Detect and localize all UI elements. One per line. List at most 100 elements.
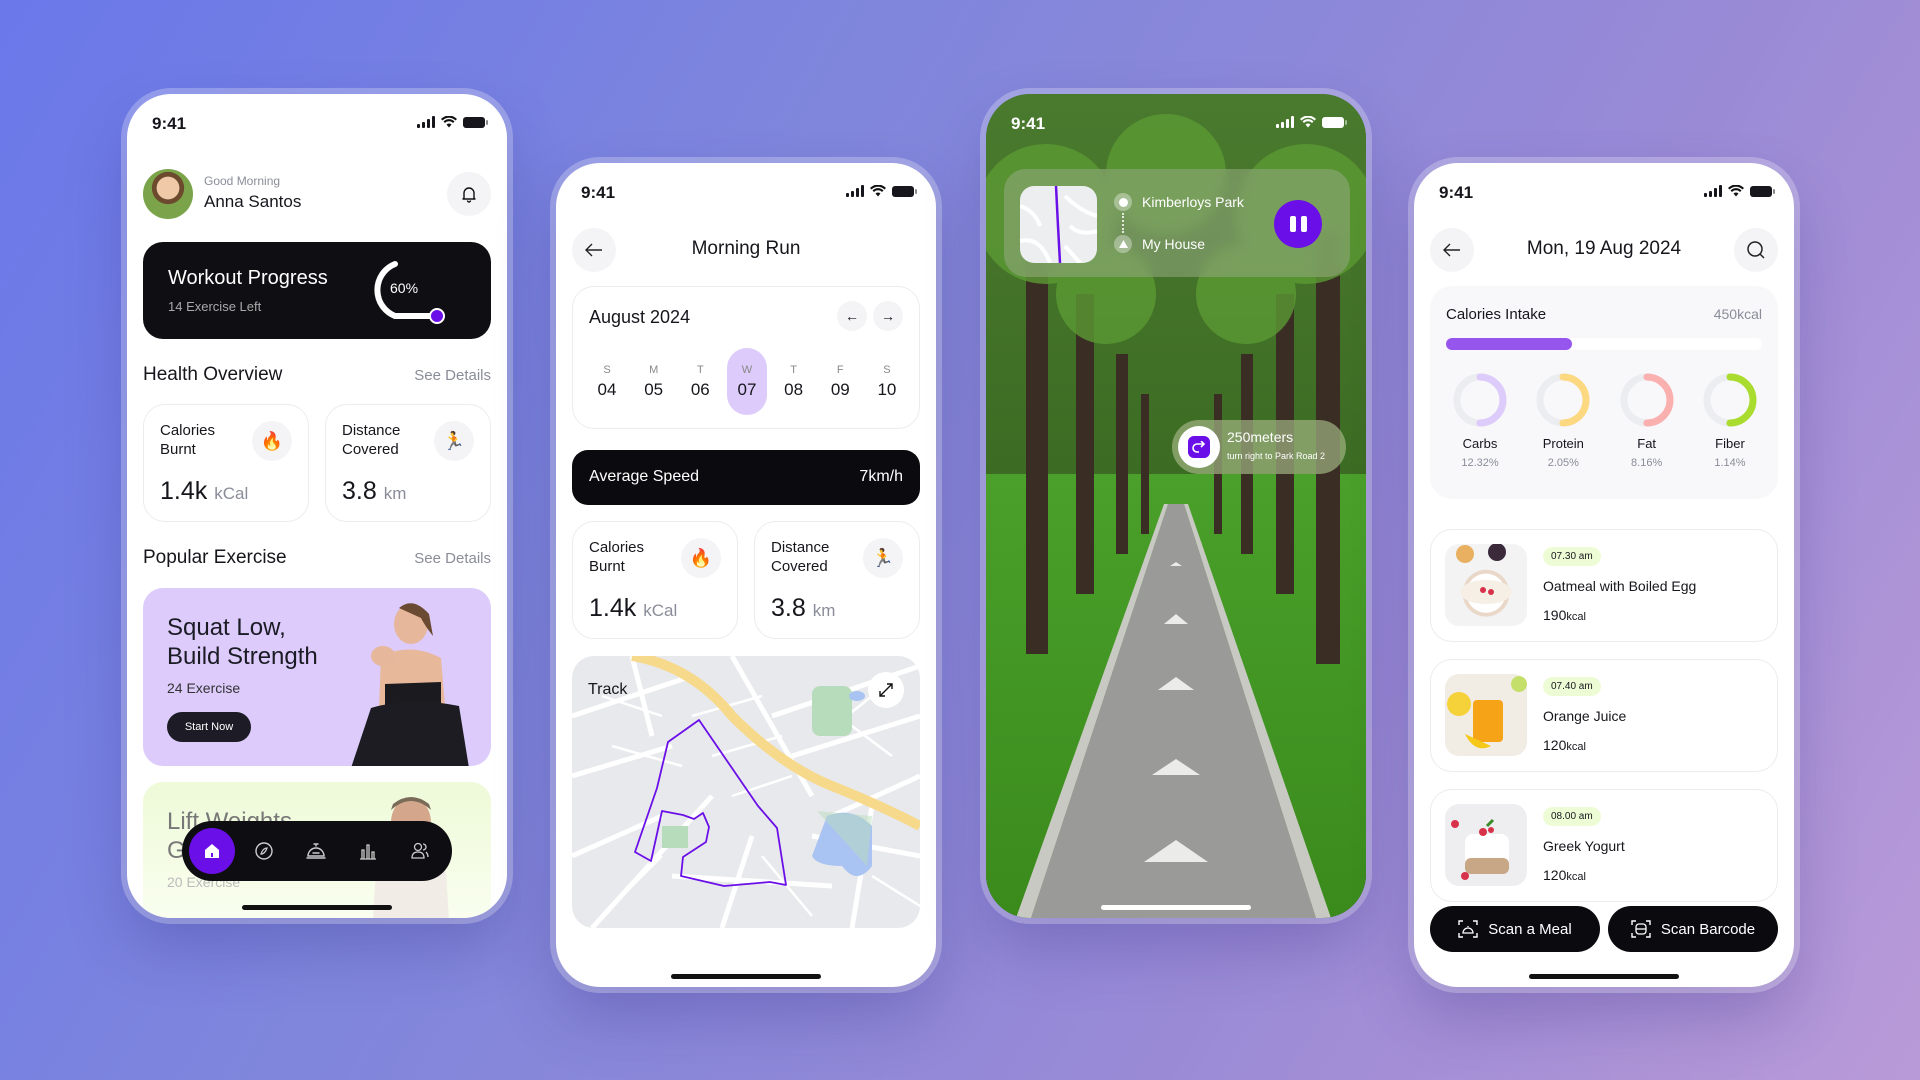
- scan-barcode-label: Scan Barcode: [1660, 920, 1756, 938]
- calendar-month: August 2024: [589, 307, 691, 327]
- fiber-ring: [1703, 373, 1757, 427]
- signal-icon: [1276, 116, 1294, 128]
- calories-intake-title: Calories Intake: [1446, 306, 1547, 323]
- calories-burnt-card[interactable]: Calories Burnt 🔥 1.4k kCal: [143, 404, 309, 522]
- turn-text: turn right to Park Road 2: [1227, 451, 1326, 461]
- day-item-selected[interactable]: W 07: [726, 348, 767, 415]
- meal-item[interactable]: 07.40 am Orange Juice 120kcal: [1430, 659, 1778, 772]
- tab-stats[interactable]: [345, 828, 391, 874]
- fat-ring: [1620, 373, 1674, 427]
- turn-distance: 250meters: [1227, 429, 1294, 445]
- distance-covered-card[interactable]: Distance Covered 🏃 3.8 km: [325, 404, 491, 522]
- home-screen: 9:41 Good Morning Anna Santos Workout Pr…: [127, 94, 507, 918]
- meal-name: Oatmeal with Boiled Egg: [1543, 578, 1697, 594]
- scan-meal-icon: [1458, 920, 1478, 938]
- status-time: 9:41: [581, 183, 616, 202]
- meal-kcal-unit: kcal: [1566, 611, 1586, 623]
- pause-button[interactable]: [1274, 200, 1322, 248]
- average-speed-card: Average Speed 7km/h: [572, 450, 920, 505]
- calories-progress-bar: [1446, 338, 1762, 350]
- avatar[interactable]: [143, 169, 193, 219]
- track-label: Track: [588, 681, 628, 698]
- status-bar: 9:41: [127, 94, 507, 154]
- tab-diet[interactable]: [293, 828, 339, 874]
- expand-map-button[interactable]: [868, 672, 904, 708]
- calories-burnt-card[interactable]: Calories Burnt 🔥 1.4k kCal: [572, 521, 738, 639]
- runner-icon: 🏃: [863, 538, 903, 578]
- popular-see-details-link[interactable]: See Details: [414, 550, 491, 567]
- meal-item[interactable]: 07.30 am Oatmeal with Boiled Egg 190kcal: [1430, 529, 1778, 642]
- origin-dot-icon: [1114, 193, 1132, 211]
- health-see-details-link[interactable]: See Details: [414, 367, 491, 384]
- day-item[interactable]: T 08: [774, 348, 814, 415]
- macro-name: Protein: [1542, 436, 1584, 451]
- route-connector: [1122, 213, 1244, 233]
- stat-label: Distance Covered: [771, 539, 830, 575]
- destination-marker-icon: [1114, 235, 1132, 253]
- prev-week-button[interactable]: ←: [837, 301, 867, 331]
- arrow-right-icon: →: [881, 308, 895, 324]
- battery-icon: [463, 116, 488, 128]
- battery-icon: [1750, 185, 1775, 197]
- tab-explore[interactable]: [241, 828, 287, 874]
- exercise-title: Squat Low, Build Strength: [167, 614, 318, 670]
- scan-meal-button[interactable]: Scan a Meal: [1430, 906, 1600, 952]
- distance-covered-card[interactable]: Distance Covered 🏃 3.8 km: [754, 521, 920, 639]
- day-item[interactable]: S 10: [867, 348, 907, 415]
- workout-progress-card[interactable]: Workout Progress 14 Exercise Left 60%: [143, 242, 491, 339]
- day-of-week: S: [603, 363, 611, 376]
- macro-carbs: Carbs 12.32%: [1440, 372, 1520, 469]
- meal-time: 07.30 am: [1543, 547, 1601, 566]
- exercises-left: 14 Exercise Left: [168, 299, 262, 314]
- macro-fiber: Fiber 1.14%: [1690, 372, 1770, 469]
- wifi-icon: [1300, 116, 1316, 128]
- stat-unit: km: [383, 484, 407, 503]
- chart-icon: [360, 844, 376, 860]
- workout-progress-title: Workout Progress: [168, 267, 328, 289]
- status-bar: 9:41: [986, 94, 1366, 154]
- day-item[interactable]: F 09: [820, 348, 860, 415]
- meal-photo: [1445, 674, 1527, 756]
- calories-intake-card: Calories Intake 450kcal Carbs 12.32% Prot…: [1430, 286, 1778, 499]
- nutrition-screen: 9:41 Mon, 19 Aug 2024 Calories Intake 45…: [1414, 163, 1794, 987]
- tab-community[interactable]: [397, 828, 443, 874]
- meal-item[interactable]: 08.00 am Greek Yogurt 120kcal: [1430, 789, 1778, 902]
- stat-label: Calories Burnt: [160, 422, 216, 458]
- day-item[interactable]: T 06: [680, 348, 720, 415]
- route-card: Kimberloys Park My House: [1004, 169, 1350, 277]
- wifi-icon: [1728, 185, 1744, 197]
- macro-name: Fat: [1637, 436, 1657, 451]
- user-name: Anna Santos: [204, 192, 302, 211]
- mini-map[interactable]: [1020, 186, 1097, 263]
- tab-home[interactable]: [189, 828, 235, 874]
- meal-time: 07.40 am: [1543, 677, 1601, 696]
- next-week-button[interactable]: →: [873, 301, 903, 331]
- header: Morning Run: [556, 225, 936, 275]
- day-date: 09: [830, 379, 850, 399]
- meal-name: Greek Yogurt: [1543, 838, 1625, 854]
- exercise-count: 24 Exercise: [167, 680, 241, 696]
- notification-button[interactable]: [447, 172, 491, 216]
- meal-photo: [1445, 804, 1527, 886]
- day-item[interactable]: M 05: [634, 348, 674, 415]
- meal-kcal: 120: [1543, 737, 1567, 753]
- day-of-week: M: [649, 363, 659, 376]
- day-of-week: W: [741, 363, 753, 376]
- stat-value: 1.4k: [589, 594, 637, 622]
- macro-percent: 2.05%: [1547, 457, 1579, 469]
- scan-barcode-button[interactable]: Scan Barcode: [1608, 906, 1778, 952]
- day-date: 10: [877, 379, 897, 399]
- navigation-screen: 9:41 Kimberloys Park My House 250meters …: [986, 94, 1366, 918]
- meal-time: 08.00 am: [1543, 807, 1601, 826]
- exercise-card-squat[interactable]: Squat Low, Build Strength 24 Exercise St…: [143, 588, 491, 766]
- macro-name: Fiber: [1715, 436, 1745, 451]
- day-item[interactable]: S 04: [587, 348, 627, 415]
- battery-icon: [892, 185, 917, 197]
- search-button[interactable]: [1734, 228, 1778, 272]
- fire-icon: 🔥: [681, 538, 721, 578]
- calories-progress-fill: [1446, 338, 1573, 350]
- average-speed-label: Average Speed: [589, 468, 700, 485]
- stat-value: 3.8: [771, 594, 806, 622]
- start-now-button[interactable]: Start Now: [167, 712, 251, 742]
- track-map[interactable]: Track: [572, 656, 920, 928]
